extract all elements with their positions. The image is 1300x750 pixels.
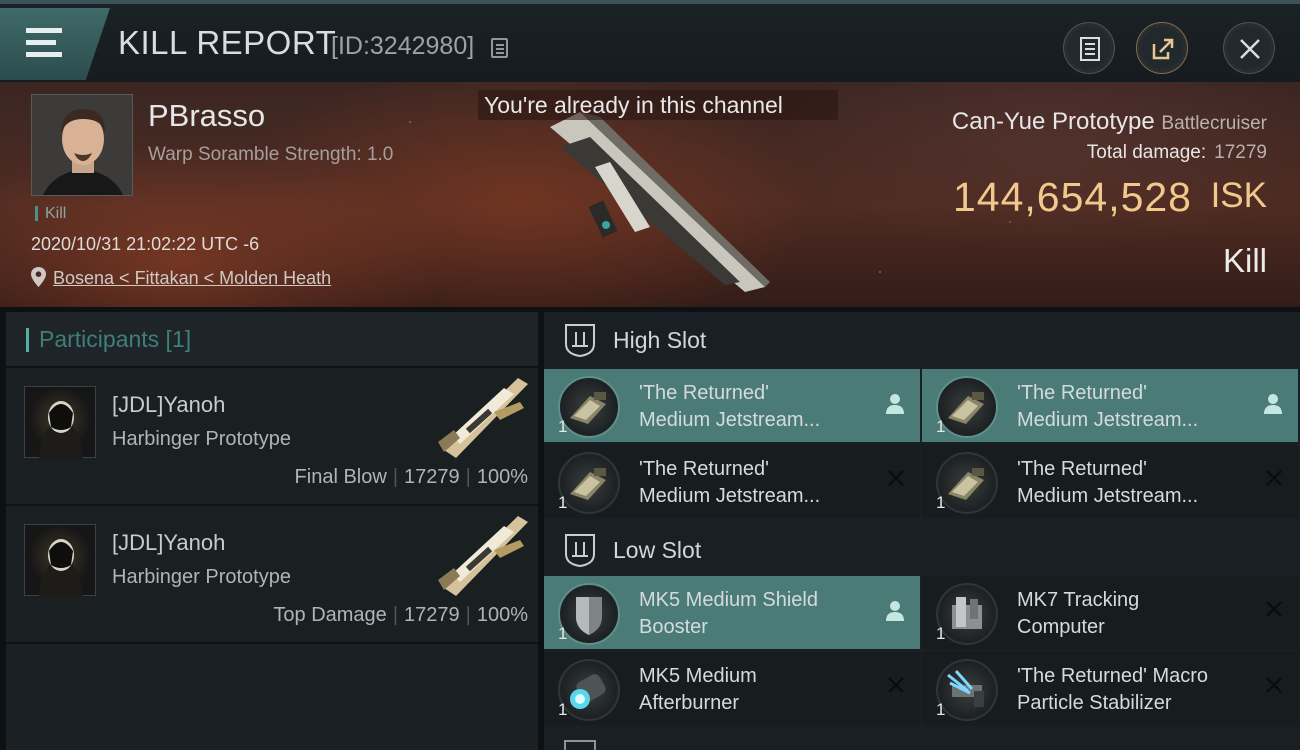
- pilot-icon: [1264, 394, 1282, 414]
- high-slot-header: High Slot: [544, 312, 1300, 366]
- module-name: 'The Returned' Macro Particle Stabilizer: [1017, 665, 1209, 714]
- participant-ship: Harbinger Prototype: [112, 428, 291, 450]
- menu-button[interactable]: [0, 8, 110, 80]
- participants-title: Participants [1]: [39, 326, 192, 352]
- report-id: [ID:3242980]: [331, 32, 475, 60]
- destroyed-icon: [1266, 470, 1282, 486]
- destroyed-icon: [888, 470, 904, 486]
- participant-stats: Top Damage | 17279 | 100%: [273, 604, 528, 626]
- victim-ship[interactable]: Can-Yue Prototype Battlecruiser: [952, 108, 1267, 136]
- module-item[interactable]: 1 'The Returned' Medium Jetstream...: [544, 369, 920, 442]
- victim-avatar[interactable]: [31, 94, 133, 196]
- share-icon: [1152, 38, 1174, 60]
- pilot-icon: [886, 394, 904, 414]
- participant-name: [JDL]Yanoh: [112, 392, 226, 417]
- module-name: 'The Returned' Medium Jetstream...: [1017, 458, 1199, 507]
- page-title: KILL REPORT: [118, 24, 337, 61]
- participant-damage: 17279: [404, 604, 460, 626]
- destroyed-icon: [1266, 601, 1282, 617]
- destroyed-icon: [1266, 677, 1282, 693]
- participant-row[interactable]: [JDL]Yanoh Harbinger Prototype Top Damag…: [6, 504, 538, 639]
- ship-class: Battlecruiser: [1161, 113, 1267, 134]
- kill-timestamp: 2020/10/31 21:02:22 UTC -6: [31, 234, 260, 254]
- participant-percent: 100%: [476, 466, 528, 488]
- module-name: MK7 Tracking Computer: [1017, 589, 1140, 638]
- participants-header[interactable]: Participants [1]: [6, 312, 538, 366]
- title-bar: KILL REPORT [ID:3242980]: [0, 0, 1300, 82]
- kill-result: Kill: [1222, 242, 1267, 279]
- kill-banner: PBrasso Warp Soramble Strength: 1.0 Kill…: [0, 82, 1300, 307]
- victim-ship-image: [550, 112, 770, 292]
- participant-role: Top Damage: [273, 604, 387, 626]
- fitting-panel: High Slot 1 'The Returned' Medium Jetstre…: [544, 312, 1300, 750]
- destroyed-icon: [888, 677, 904, 693]
- high-slot-icon: [565, 324, 595, 358]
- low-slot-label: Low Slot: [613, 537, 702, 563]
- hamburger-menu-icon: [26, 28, 62, 58]
- module-name: MK5 Medium Shield Booster: [639, 589, 818, 638]
- participant-avatar[interactable]: [24, 386, 96, 459]
- participants-panel: Participants [1] [JDL]Yanoh Harbinger Pr…: [6, 312, 538, 750]
- participant-row[interactable]: [JDL]Yanoh Harbinger Prototype Final Blo…: [6, 366, 538, 501]
- high-slot-label: High Slot: [613, 327, 707, 353]
- total-damage-label: Total damage:: [1086, 142, 1207, 163]
- module-item[interactable]: 1 MK5 Medium Shield Booster: [544, 576, 920, 649]
- module-item[interactable]: 1 'The Returned' Medium Jetstream...: [922, 445, 1298, 518]
- ship-name: Can-Yue Prototype: [951, 108, 1155, 135]
- module-name: 'The Returned' Medium Jetstream...: [1017, 382, 1199, 431]
- participant-percent: 100%: [476, 604, 528, 626]
- clipboard-icon: [1080, 37, 1100, 61]
- participant-avatar[interactable]: [24, 524, 96, 597]
- module-item[interactable]: 1 MK7 Tracking Computer: [922, 576, 1298, 649]
- isk-unit: ISK: [1210, 176, 1267, 215]
- clipboard-button[interactable]: [1063, 22, 1115, 74]
- location-link[interactable]: Bosena < Fittakan < Molden Heath: [53, 268, 331, 289]
- module-item[interactable]: 1 MK5 Medium Afterburner: [544, 652, 920, 725]
- next-slot-header-partial: [544, 732, 1300, 750]
- isk-value: 144,654,528: [952, 174, 1192, 220]
- pilot-icon: [886, 601, 904, 621]
- close-icon: [1240, 39, 1260, 59]
- participant-role: Final Blow: [294, 466, 387, 488]
- participant-damage: 17279: [404, 466, 460, 488]
- victim-name[interactable]: PBrasso: [148, 98, 265, 134]
- module-name: 'The Returned' Medium Jetstream...: [639, 382, 821, 431]
- module-name: 'The Returned' Medium Jetstream...: [639, 458, 821, 507]
- share-button[interactable]: [1136, 22, 1188, 74]
- module-name: MK5 Medium Afterburner: [639, 665, 757, 714]
- module-item[interactable]: 1 'The Returned' Medium Jetstream...: [922, 369, 1298, 442]
- warp-scramble-strength: Warp Soramble Strength: 1.0: [148, 144, 394, 165]
- module-item[interactable]: 1 'The Returned' Macro Particle Stabilize…: [922, 652, 1298, 725]
- participant-stats: Final Blow | 17279 | 100%: [294, 466, 528, 488]
- location-pin-icon: [31, 267, 46, 287]
- total-damage: Total damage: 17279: [1087, 142, 1267, 164]
- participant-ship-image: [438, 516, 528, 596]
- participant-ship-image: [438, 378, 528, 458]
- toast-message: You're already in this channel: [478, 90, 838, 120]
- total-damage-value: 17279: [1214, 142, 1267, 163]
- low-slot-header: Low Slot: [544, 522, 1300, 576]
- low-slot-icon: [565, 534, 595, 568]
- participant-ship: Harbinger Prototype: [112, 566, 291, 588]
- close-button[interactable]: [1223, 22, 1275, 74]
- module-item[interactable]: 1 'The Returned' Medium Jetstream...: [544, 445, 920, 518]
- participant-name: [JDL]Yanoh: [112, 530, 226, 555]
- participants-empty-area: [6, 642, 538, 750]
- kill-tag: Kill: [35, 206, 66, 222]
- copy-id-icon[interactable]: [491, 38, 508, 58]
